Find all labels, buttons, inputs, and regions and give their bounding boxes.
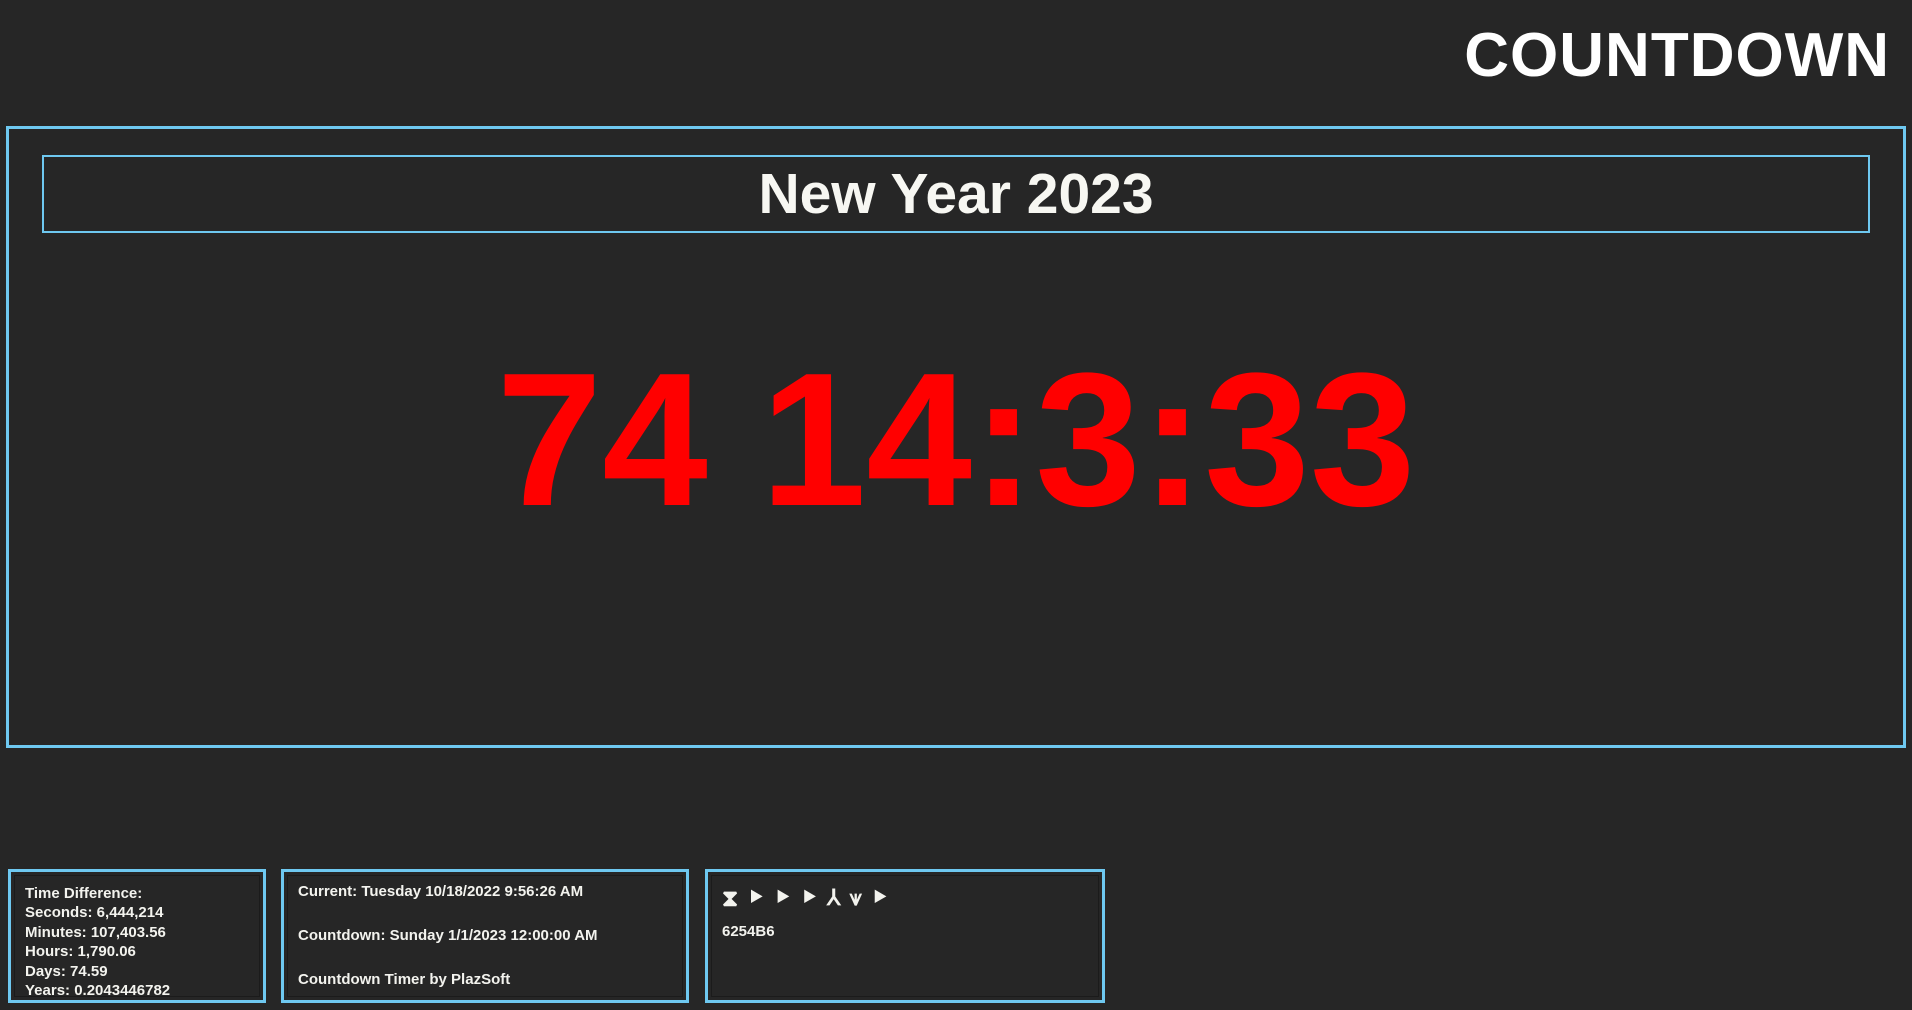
stat-hours: Hours: 1,790.06 xyxy=(25,943,136,961)
event-title: New Year 2023 xyxy=(758,161,1154,226)
y-fork-icon: ⅄ xyxy=(826,885,841,910)
countdown-target-line: Countdown: Sunday 1/1/2023 12:00:00 AM xyxy=(298,927,598,944)
time-difference-panel: Time Difference: Seconds: 6,444,214 Minu… xyxy=(8,869,266,1003)
stat-days: Days: 74.59 xyxy=(25,962,108,980)
time-difference-panel-inner: Time Difference: Seconds: 6,444,214 Minu… xyxy=(14,875,260,997)
stat-minutes: Minutes: 107,403.56 xyxy=(25,923,166,941)
credit-line: Countdown Timer by PlazSoft xyxy=(298,971,511,988)
countdown-display-frame: New Year 2023 74 14:3:33 xyxy=(6,126,1906,748)
chevron-left-icon-2: ⯈ xyxy=(773,885,792,910)
chevron-left-icon-1: ⯈ xyxy=(747,885,765,910)
event-title-box: New Year 2023 xyxy=(42,155,1870,233)
chevron-left-icon-3: ⯈ xyxy=(800,885,818,910)
symbol-code: 6254B6 xyxy=(722,923,775,940)
time-difference-heading: Time Difference: xyxy=(25,885,143,902)
current-time-line: Current: Tuesday 10/18/2022 9:56:26 AM xyxy=(298,883,584,900)
countdown-value: 74 14:3:33 xyxy=(496,334,1416,546)
w-zigzag-icon: ⩛ xyxy=(849,885,862,910)
symbols-panel: ⧗ ⯈ ⯈ ⯈ ⅄ ⩛ ⯈ 6254B6 xyxy=(705,869,1105,1003)
symbol-glyph-row: ⧗ ⯈ ⯈ ⯈ ⅄ ⩛ ⯈ xyxy=(722,884,1088,912)
stat-seconds: Seconds: 6,444,214 xyxy=(25,904,164,922)
times-panel-inner: Current: Tuesday 10/18/2022 9:56:26 AM C… xyxy=(287,875,683,997)
stat-years: Years: 0.2043446782 xyxy=(25,982,171,997)
times-panel: Current: Tuesday 10/18/2022 9:56:26 AM C… xyxy=(281,869,689,1003)
countdown-area: 74 14:3:33 xyxy=(9,233,1903,745)
symbols-panel-inner: ⧗ ⯈ ⯈ ⯈ ⅄ ⩛ ⯈ 6254B6 xyxy=(711,875,1099,997)
hourglass-icon: ⧗ xyxy=(722,884,739,911)
app-title: COUNTDOWN xyxy=(1464,21,1890,90)
chevron-left-icon-4: ⯈ xyxy=(870,885,889,910)
app-title-bar: COUNTDOWN xyxy=(0,0,1912,112)
